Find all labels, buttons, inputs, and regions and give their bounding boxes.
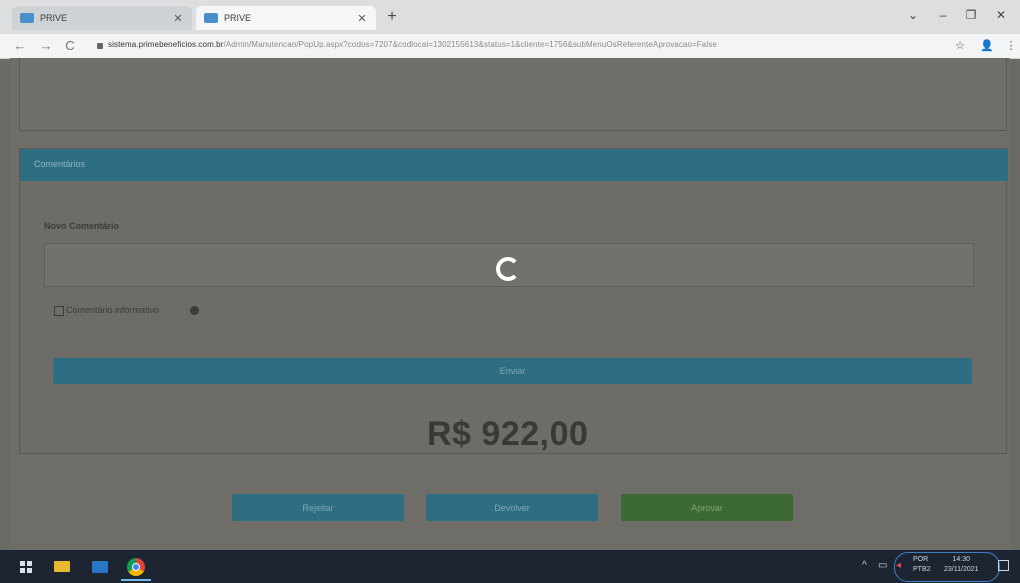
keyboard-layout: PTB2 [913,566,931,573]
approve-button[interactable]: Aprovar [621,494,793,521]
forward-icon[interactable]: → [38,38,54,54]
back-icon[interactable]: ← [12,38,28,54]
lock-icon [97,43,103,49]
clock[interactable]: 14:30 23/11/2021 [944,555,979,575]
chrome-icon[interactable] [126,557,146,577]
browser-tab[interactable]: PRIVE ✕ [12,6,192,30]
comments-panel-title: Comentários [34,159,86,169]
info-icon[interactable] [190,306,199,315]
language-code: POR [913,556,929,563]
tab-title: PRIVE [224,13,252,23]
address-bar[interactable]: sistema.primebeneficios.com.br/Admin/Man… [108,40,717,49]
clock-time: 14:30 [952,556,971,563]
language-indicator[interactable]: POR PTB2 [913,555,931,575]
clock-date: 23/11/2021 [944,566,979,573]
tray-overflow-icon[interactable]: ^ [862,560,867,571]
url-host: sistema.primebeneficios.com.br [108,40,224,49]
restore-button[interactable]: ❐ [962,8,980,22]
loading-spinner-icon [496,257,520,281]
windows-taskbar: ^ ▭ ◂ POR PTB2 14:30 23/11/2021 [0,550,1020,583]
comments-panel-header: Comentários [20,149,1008,181]
close-tab-icon[interactable]: ✕ [356,12,368,25]
file-explorer-icon[interactable] [52,557,72,577]
notification-icon[interactable] [998,560,1009,571]
mail-icon[interactable] [90,557,110,577]
browser-menu-icon[interactable]: ⋮ [1004,39,1018,52]
reject-button[interactable]: Rejeitar [232,494,404,521]
close-tab-icon[interactable]: ✕ [172,12,184,25]
informative-comment-label: Comentário informativo [66,305,160,315]
informative-comment-checkbox[interactable] [54,306,64,316]
reload-icon[interactable]: C [62,38,78,54]
new-comment-label: Novo Comentário [44,221,120,231]
tab-title: PRIVE [40,13,68,23]
volume-muted-icon[interactable]: ◂ [896,560,901,571]
close-window-button[interactable]: ✕ [992,8,1010,22]
minimize-button[interactable]: – [934,8,952,22]
total-price: R$ 922,00 [427,415,589,453]
car-favicon-icon [204,13,218,23]
page-content: Comentários Novo Comentário Comentário i… [10,58,1010,550]
windows-start-icon[interactable] [20,561,32,573]
tab-search-icon[interactable]: ⌄ [904,8,922,22]
browser-tab-bar: PRIVE ✕ PRIVE ✕ + ⌄ – ❐ ✕ [0,0,1020,34]
send-button[interactable]: Enviar [53,358,972,384]
browser-toolbar: ← → C sistema.primebeneficios.com.br/Adm… [0,34,1020,59]
bookmark-star-icon[interactable]: ☆ [953,39,967,52]
network-icon[interactable]: ▭ [878,560,887,571]
car-favicon-icon [20,13,34,23]
url-path: /Admin/Manutencao/PopUp.aspx?codos=7207&… [223,40,717,49]
new-tab-button[interactable]: + [383,8,401,26]
return-button[interactable]: Devolver [426,494,598,521]
comments-panel: Comentários [19,148,1008,454]
browser-tab-active[interactable]: PRIVE ✕ [196,6,376,30]
profile-icon[interactable]: 👤 [980,39,994,52]
active-app-indicator [121,579,151,581]
previous-card [19,58,1007,131]
